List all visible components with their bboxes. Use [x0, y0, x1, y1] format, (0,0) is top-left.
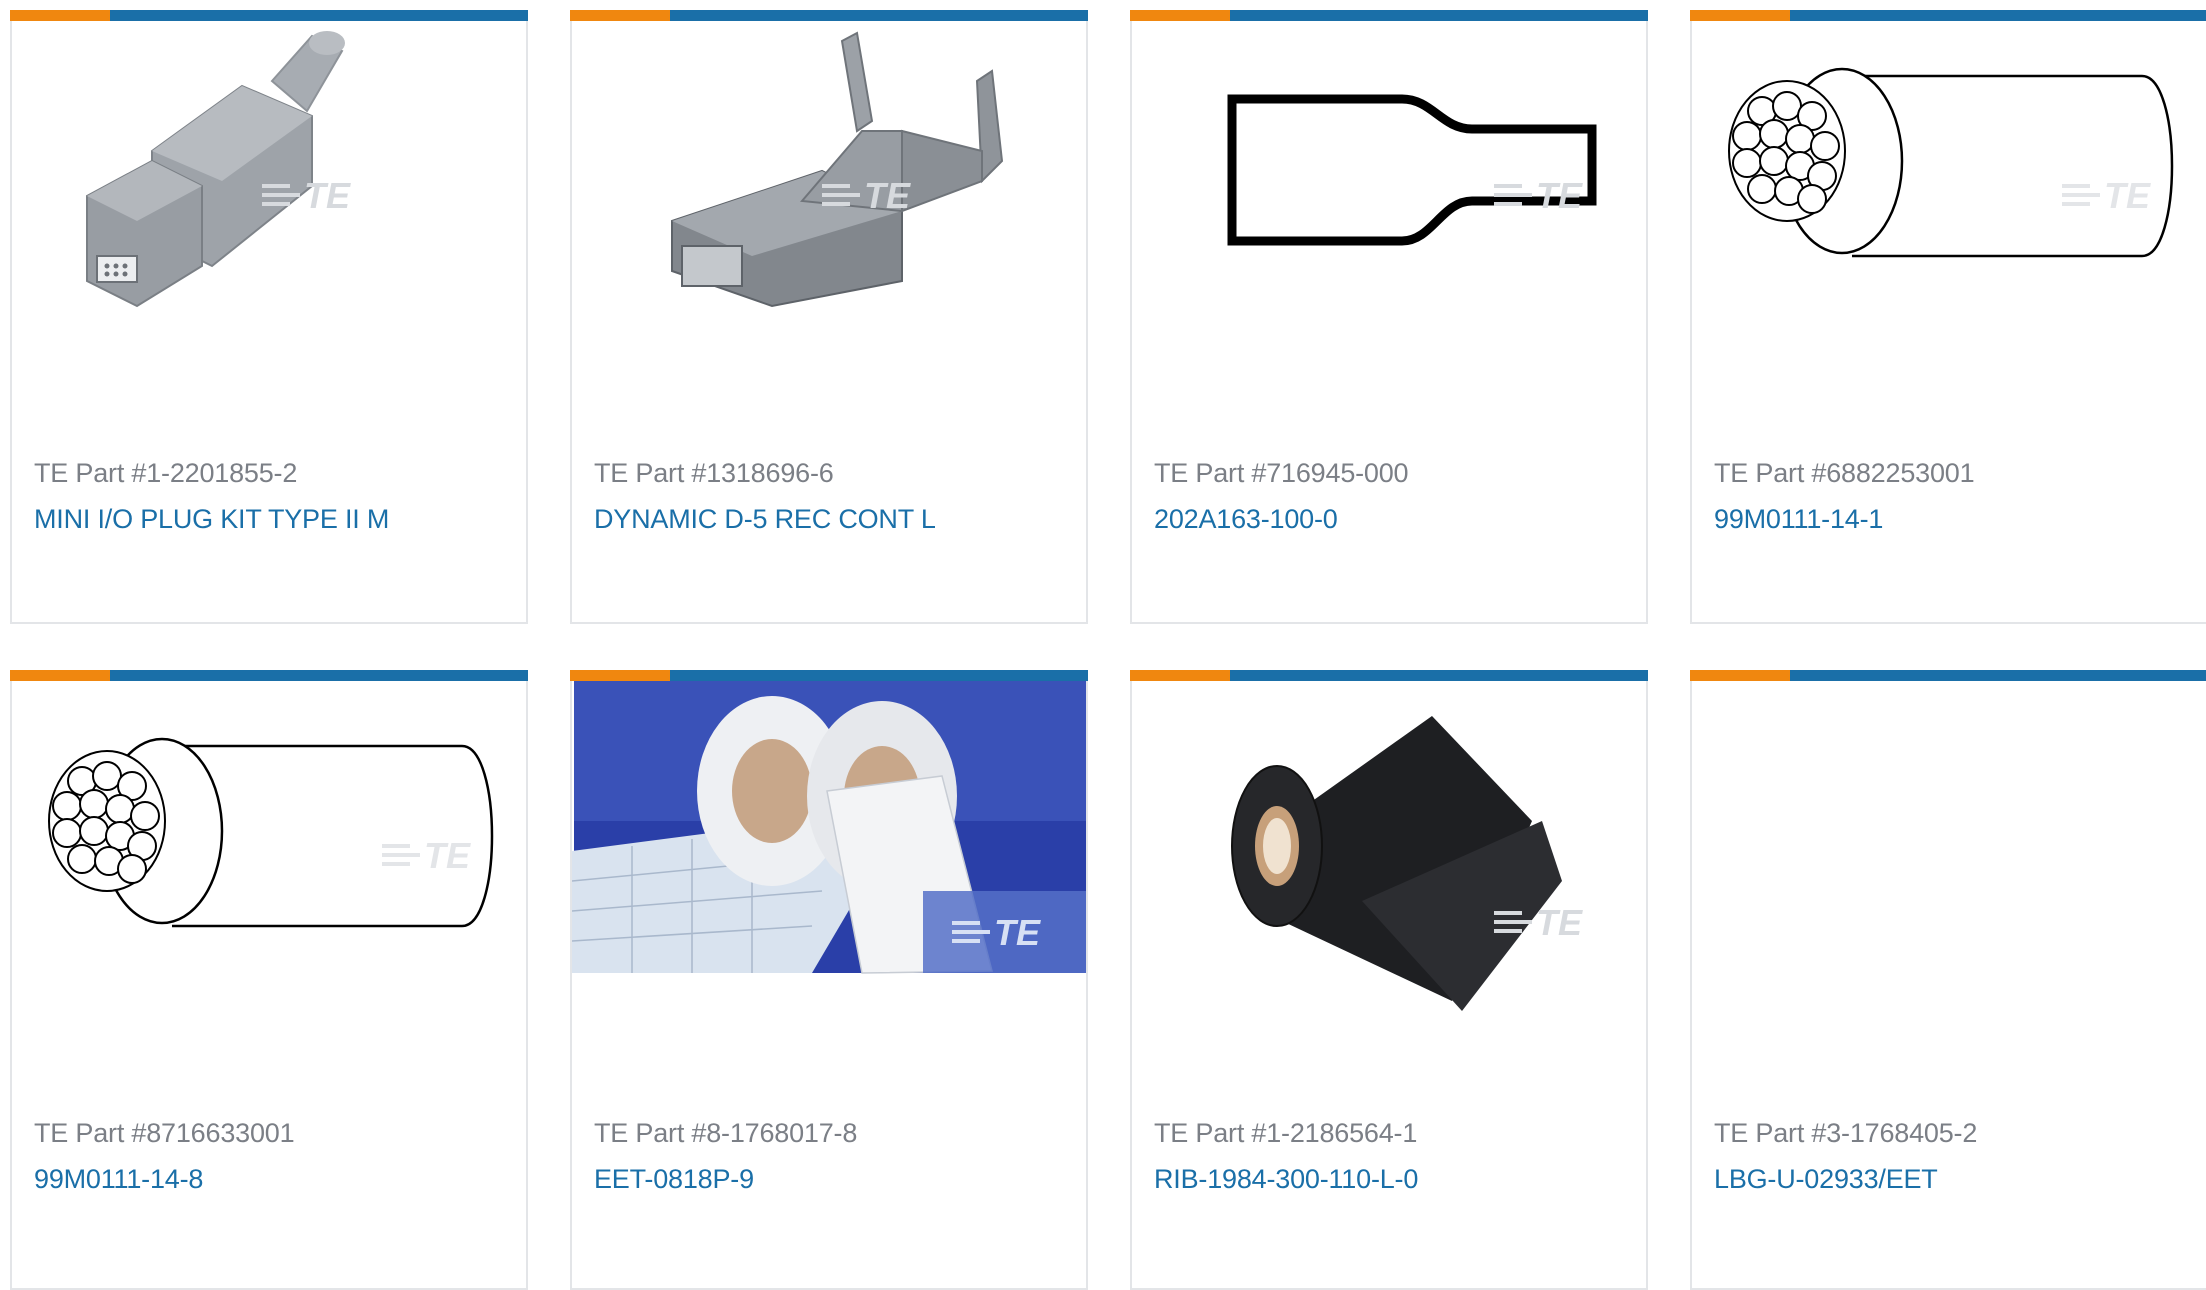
product-card[interactable]: TE Part #3-1768405-2 LBG-U-02933/EET: [1690, 670, 2206, 1290]
product-name-link[interactable]: 99M0111-14-1: [1714, 504, 1883, 535]
card-accent: [10, 670, 110, 681]
product-image-heat-shrink-boot[interactable]: TE: [1132, 21, 1646, 421]
card-top-bar: [570, 10, 1088, 21]
svg-text:TE: TE: [424, 835, 471, 876]
svg-text:TE: TE: [994, 912, 1041, 953]
product-image-receptacle-contact[interactable]: TE: [572, 21, 1086, 421]
product-image-empty[interactable]: [1692, 681, 2206, 1081]
part-number: TE Part #3-1768405-2: [1714, 1118, 1978, 1148]
product-card[interactable]: TE TE Part #8716633001 99M0111-14-8: [10, 670, 528, 1290]
card-accent: [10, 10, 110, 21]
product-name-link[interactable]: 99M0111-14-8: [34, 1164, 203, 1195]
card-top-bar: [570, 670, 1088, 681]
product-name-link[interactable]: EET-0818P-9: [594, 1164, 754, 1195]
product-name-link[interactable]: MINI I/O PLUG KIT TYPE II M: [34, 504, 389, 535]
card-top-bar: [10, 10, 528, 21]
part-number: TE Part #1318696-6: [594, 458, 834, 488]
product-name-link[interactable]: RIB-1984-300-110-L-0: [1154, 1164, 1418, 1195]
card-top-bar: [1690, 670, 2206, 681]
part-number: TE Part #716945-000: [1154, 458, 1409, 488]
part-number: TE Part #6882253001: [1714, 458, 1975, 488]
card-top-bar: [1130, 670, 1648, 681]
product-card[interactable]: TE TE Part #6882253001 99M0111-14-1: [1690, 10, 2206, 624]
product-image-stranded-wire[interactable]: TE: [12, 681, 526, 1081]
card-top-bar: [10, 670, 528, 681]
product-image-connector-plug[interactable]: TE: [12, 21, 526, 421]
card-accent: [1130, 670, 1230, 681]
card-accent: [570, 670, 670, 681]
card-accent: [1690, 10, 1790, 21]
product-card[interactable]: TE TE Part #716945-000 202A163-100-0: [1130, 10, 1648, 624]
card-accent: [1130, 10, 1230, 21]
svg-text:TE: TE: [304, 175, 351, 216]
product-image-stranded-wire[interactable]: TE: [1692, 21, 2206, 421]
part-number: TE Part #8-1768017-8: [594, 1118, 858, 1148]
svg-text:TE: TE: [864, 175, 911, 216]
svg-text:TE: TE: [1536, 902, 1583, 943]
product-card[interactable]: TE TE Part #1318696-6 DYNAMIC D-5 REC CO…: [570, 10, 1088, 624]
product-card[interactable]: TE TE Part #1-2186564-1 RIB-1984-300-110…: [1130, 670, 1648, 1290]
product-name-link[interactable]: 202A163-100-0: [1154, 504, 1338, 535]
product-image-ribbon-roll[interactable]: TE: [1132, 681, 1646, 1081]
card-top-bar: [1130, 10, 1648, 21]
part-number: TE Part #8716633001: [34, 1118, 295, 1148]
product-name-link[interactable]: LBG-U-02933/EET: [1714, 1164, 1938, 1195]
svg-text:TE: TE: [2104, 175, 2151, 216]
product-image-label-rolls[interactable]: TE: [572, 681, 1086, 1081]
card-top-bar: [1690, 10, 2206, 21]
part-number: TE Part #1-2201855-2: [34, 458, 298, 488]
product-card[interactable]: TE TE Part #8-1768017-8 EET-0818P-9: [570, 670, 1088, 1290]
product-name-link[interactable]: DYNAMIC D-5 REC CONT L: [594, 504, 936, 535]
svg-text:TE: TE: [1536, 175, 1583, 216]
part-number: TE Part #1-2186564-1: [1154, 1118, 1418, 1148]
product-grid: TE TE Part #1-2201855-2 MINI I/O PLUG KI…: [0, 0, 2206, 1290]
card-accent: [570, 10, 670, 21]
card-accent: [1690, 670, 1790, 681]
product-card[interactable]: TE TE Part #1-2201855-2 MINI I/O PLUG KI…: [10, 10, 528, 624]
